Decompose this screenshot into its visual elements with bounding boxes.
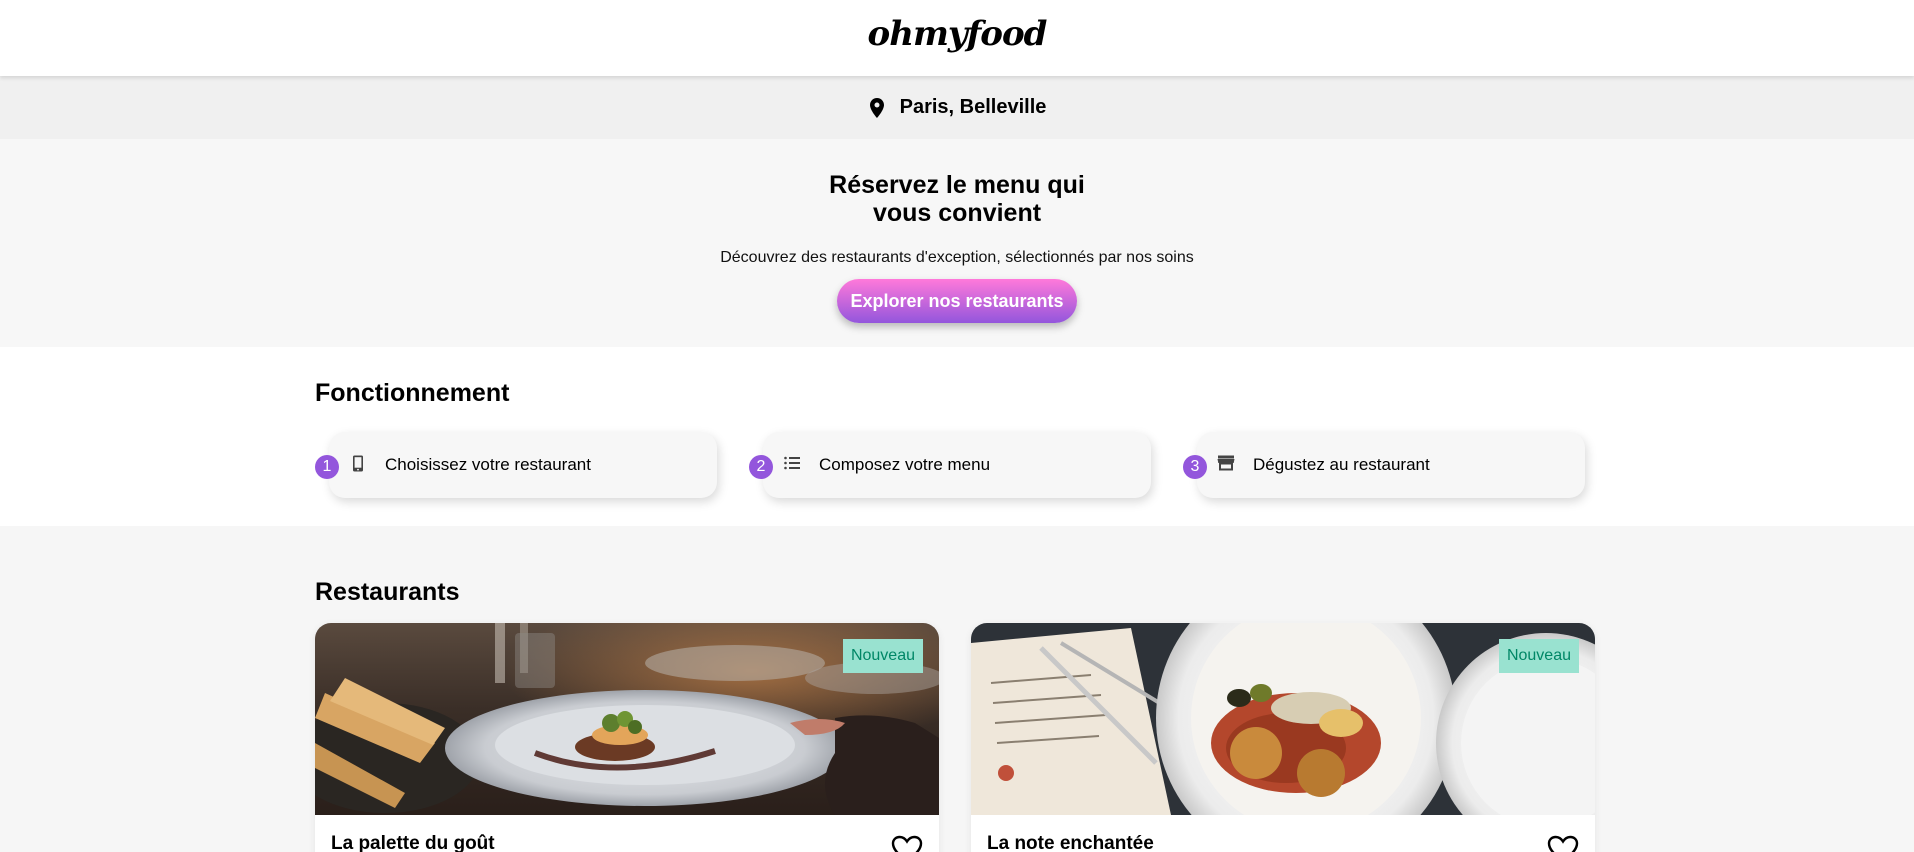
hero-subtitle: Découvrez des restaurants d'exception, s… (720, 249, 1194, 266)
restaurant-card[interactable]: Nouveau La palette du goût (315, 623, 939, 852)
step-label: Choisissez votre restaurant (385, 455, 591, 474)
step-number-badge: 2 (749, 455, 773, 479)
step-item: 1 Choisissez votre restaurant (315, 432, 717, 498)
mobile-phone-icon (349, 454, 367, 472)
site-header: ohmyfood (0, 0, 1914, 76)
step-label: Composez votre menu (819, 455, 991, 474)
restaurant-name[interactable]: La palette du goût (331, 833, 495, 852)
step-item: 3 Dégustez au restaurant (1183, 432, 1585, 498)
steps-list: 1 Choisissez votre restaurant 2 Composez… (315, 432, 1914, 498)
hero-title-line2: vous convient (872, 199, 1042, 227)
new-badge: Nouveau (1498, 639, 1579, 673)
step-number-badge: 3 (1183, 455, 1207, 479)
map-pin-icon (868, 97, 886, 119)
step-number-badge: 1 (315, 455, 339, 479)
how-it-works-title: Fonctionnement (315, 379, 510, 407)
explore-restaurants-button[interactable]: Explorer nos restaurants (837, 279, 1077, 323)
restaurants-title: Restaurants (315, 578, 460, 606)
restaurant-plate-photo[interactable]: Nouveau (315, 623, 939, 815)
hero-title: Réservez le menu qui vous convient (0, 171, 1914, 227)
hero-title-line1: Réservez le menu qui (829, 171, 1085, 199)
step-card: Choisissez votre restaurant (329, 432, 717, 498)
heart-icon[interactable] (891, 835, 923, 852)
card-body: La palette du goût (315, 815, 939, 852)
location-bar: Paris, Belleville (0, 76, 1914, 139)
restaurant-meal-photo[interactable]: Nouveau (971, 623, 1595, 815)
step-card: Dégustez au restaurant (1197, 432, 1585, 498)
hero-section: Réservez le menu qui vous convient Décou… (0, 139, 1914, 347)
step-label: Dégustez au restaurant (1253, 455, 1430, 474)
logo[interactable]: ohmyfood (868, 14, 1048, 54)
card-body: La note enchantée (971, 815, 1595, 852)
heart-icon[interactable] (1547, 835, 1579, 852)
restaurant-cards: Nouveau La palette du goût Nouveau La no… (315, 623, 1914, 852)
store-icon (1217, 454, 1235, 472)
new-badge: Nouveau (842, 639, 923, 673)
restaurants-section: Restaurants Nouveau La palette du goût N… (0, 526, 1914, 852)
step-card: Composez votre menu (763, 432, 1151, 498)
how-it-works-section: Fonctionnement 1 Choisissez votre restau… (0, 347, 1914, 526)
list-icon (783, 454, 801, 472)
restaurant-card[interactable]: Nouveau La note enchantée (971, 623, 1595, 852)
location-text[interactable]: Paris, Belleville (900, 96, 1047, 119)
restaurant-name[interactable]: La note enchantée (987, 833, 1154, 852)
step-item: 2 Composez votre menu (749, 432, 1151, 498)
